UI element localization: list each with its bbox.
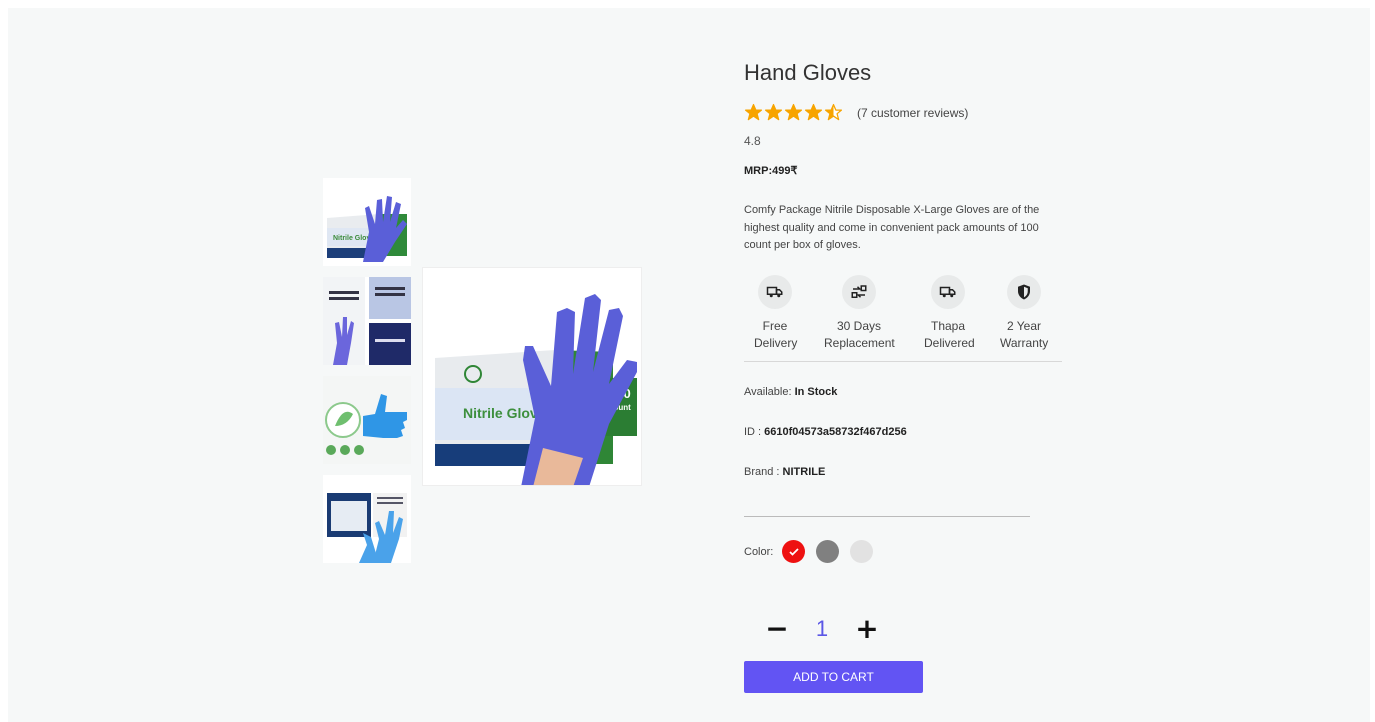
color-label: Color: xyxy=(744,545,774,558)
feature-warranty: 2 Year Warranty xyxy=(1000,275,1048,352)
thumbnail-4[interactable] xyxy=(323,475,411,563)
star-icon xyxy=(764,103,783,121)
thumbnail-3[interactable] xyxy=(323,376,411,464)
increase-quantity-button[interactable]: + xyxy=(852,614,882,644)
thumbnail-2[interactable] xyxy=(323,277,411,365)
feature-line1: Thapa xyxy=(930,319,966,333)
product-description: Comfy Package Nitrile Disposable X-Large… xyxy=(744,204,1040,251)
feature-line2: Replacement xyxy=(824,336,895,350)
color-swatch-gray[interactable] xyxy=(816,540,840,563)
feature-free-delivery: Free Delivery xyxy=(754,275,798,352)
availability-value: In Stock xyxy=(794,386,838,398)
product-id: ID : 6610f04573a58732f467d256 xyxy=(744,426,907,438)
divider xyxy=(744,516,1030,517)
star-icon xyxy=(804,103,823,121)
decrease-quantity-button[interactable]: − xyxy=(762,614,792,644)
feature-thapa-delivered: Thapa Delivered xyxy=(924,275,975,352)
thumbnail-list: Nitrile Glove xyxy=(323,178,411,574)
shield-icon xyxy=(1007,275,1041,309)
color-swatch-red[interactable] xyxy=(782,540,806,563)
id-value: 6610f04573a58732f467d256 xyxy=(764,426,907,438)
page: Nitrile Glove count Nitrile Glove Hand G… xyxy=(8,8,1370,722)
feature-line1: 2 Year xyxy=(1006,319,1042,333)
feature-line1: Free xyxy=(762,319,788,333)
star-icon xyxy=(784,103,803,121)
star-icon xyxy=(744,103,763,121)
replacement-icon xyxy=(842,275,876,309)
product-price: MRP:499₹ xyxy=(744,165,798,177)
truck-icon xyxy=(931,275,965,309)
brand-label: Brand : xyxy=(744,466,783,478)
color-selector: Color: xyxy=(744,540,884,563)
star-rating xyxy=(744,103,843,122)
color-swatch-light-gray[interactable] xyxy=(850,540,874,563)
feature-line2: Warranty xyxy=(1000,336,1049,350)
product-title: Hand Gloves xyxy=(744,60,872,85)
rating-value: 4.8 xyxy=(744,134,761,148)
feature-line2: Delivered xyxy=(924,336,975,350)
feature-line1: 30 Days xyxy=(836,319,882,333)
brand-value: NITRILE xyxy=(782,466,826,478)
star-icon xyxy=(824,103,843,121)
main-product-image: 100 count Nitrile Glove xyxy=(422,267,642,486)
quantity-value: 1 xyxy=(815,616,829,641)
id-label: ID : xyxy=(744,426,765,438)
feature-list: Free Delivery 30 Days Replacement Thapa Del… xyxy=(744,275,1062,362)
feature-line2: Delivery xyxy=(754,336,798,350)
availability-label: Available: xyxy=(744,386,795,398)
product-brand: Brand : NITRILE xyxy=(744,466,825,478)
feature-replacement: 30 Days Replacement xyxy=(824,275,895,352)
rating-row: (7 customer reviews) xyxy=(744,103,968,122)
thumbnail-1[interactable]: Nitrile Glove xyxy=(323,178,411,266)
quantity-stepper: − 1 + xyxy=(762,614,882,644)
check-icon xyxy=(789,547,799,556)
availability: Available: In Stock xyxy=(744,386,837,398)
review-count: (7 customer reviews) xyxy=(857,105,969,120)
add-to-cart-button[interactable]: ADD TO CART xyxy=(744,661,923,693)
truck-icon xyxy=(758,275,792,309)
